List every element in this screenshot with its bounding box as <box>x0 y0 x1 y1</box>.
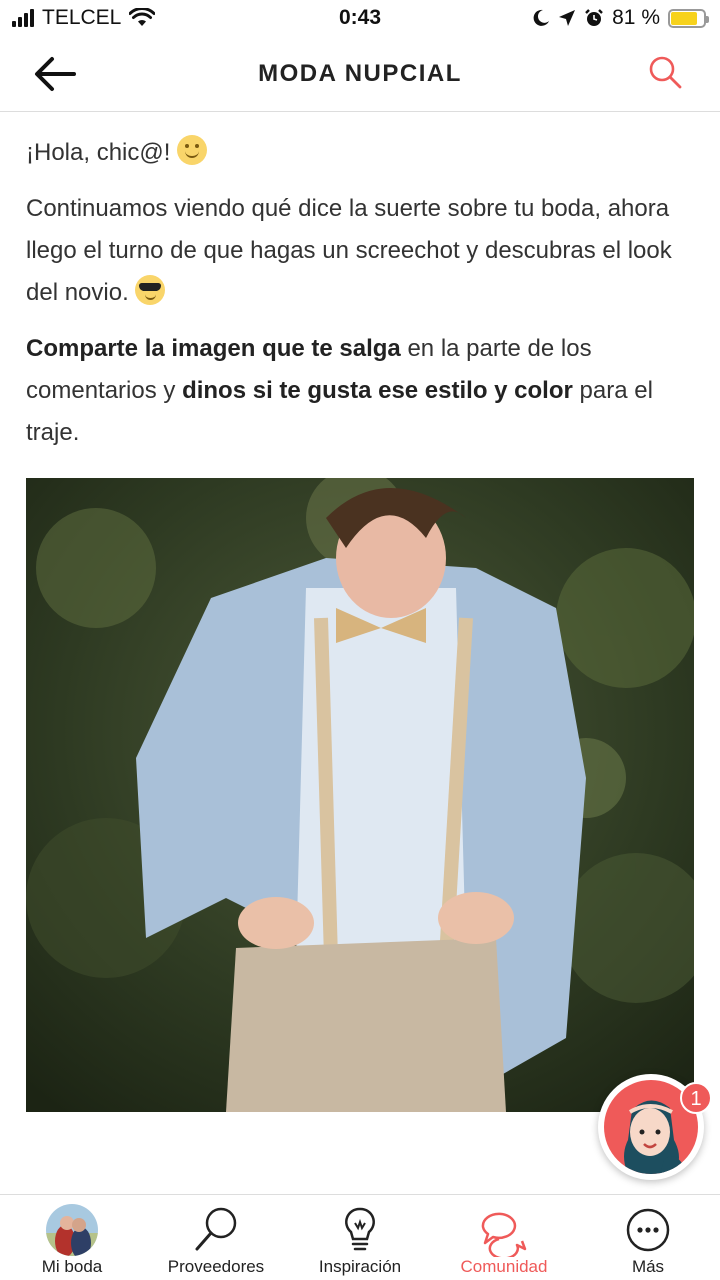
greeting-text: ¡Hola, chic@! <box>26 139 171 166</box>
nav-mi-boda[interactable]: Mi boda <box>0 1195 144 1280</box>
nav-proveedores[interactable]: Proveedores <box>144 1195 288 1280</box>
post-content: ¡Hola, chic@! Continuamos viendo qué dic… <box>26 112 696 454</box>
smile-emoji-icon <box>177 135 208 165</box>
magnifier-icon <box>195 1207 237 1251</box>
nav-label-inspiracion: Inspiración <box>318 1257 402 1276</box>
p2-bold-1: Comparte la imagen que te salga <box>26 335 401 362</box>
status-right: 81 % <box>532 6 709 30</box>
moon-icon <box>533 9 550 26</box>
post-greeting: ¡Hola, chic@! <box>26 132 696 174</box>
post-photo[interactable] <box>26 478 694 1112</box>
post-paragraph-1: Continuamos viendo qué dice la suerte so… <box>26 188 696 314</box>
paragraph-1-text: Continuamos viendo qué dice la suerte so… <box>26 195 672 306</box>
alarm-icon <box>585 9 603 26</box>
more-icon <box>626 1208 670 1252</box>
profile-photo-icon <box>46 1204 98 1256</box>
p2-bold-2: dinos si te gusta ese estilo y color <box>182 377 573 404</box>
app-header: MODA NUPCIAL <box>0 36 720 112</box>
chat-bubbles-icon <box>481 1212 527 1257</box>
status-bar: TELCEL 0:43 81 % <box>0 0 720 36</box>
battery-percent: 81 % <box>612 6 660 29</box>
nav-label-mi-boda: Mi boda <box>41 1257 103 1276</box>
nav-label-mas: Más <box>631 1257 665 1276</box>
bottom-nav: Mi boda Proveedores Inspiración Comunida… <box>0 1194 720 1280</box>
lightbulb-icon <box>345 1207 375 1251</box>
groom-photo-image <box>26 478 694 1112</box>
nav-inspiracion[interactable]: Inspiración <box>288 1195 432 1280</box>
battery-fill <box>671 11 697 25</box>
nav-comunidad[interactable]: Comunidad <box>432 1195 576 1280</box>
post-paragraph-2: Comparte la imagen que te salga en la pa… <box>26 328 696 454</box>
page-title: MODA NUPCIAL <box>258 60 462 87</box>
nav-label-proveedores: Proveedores <box>167 1257 265 1276</box>
sunglasses-emoji-icon <box>135 275 166 305</box>
location-icon <box>559 10 576 26</box>
search-icon <box>649 56 682 89</box>
battery-icon <box>668 8 709 28</box>
nav-label-comunidad: Comunidad <box>460 1257 548 1276</box>
nav-mas[interactable]: Más <box>576 1195 720 1280</box>
notification-badge: 1 <box>680 1082 712 1114</box>
search-button[interactable] <box>646 54 684 92</box>
